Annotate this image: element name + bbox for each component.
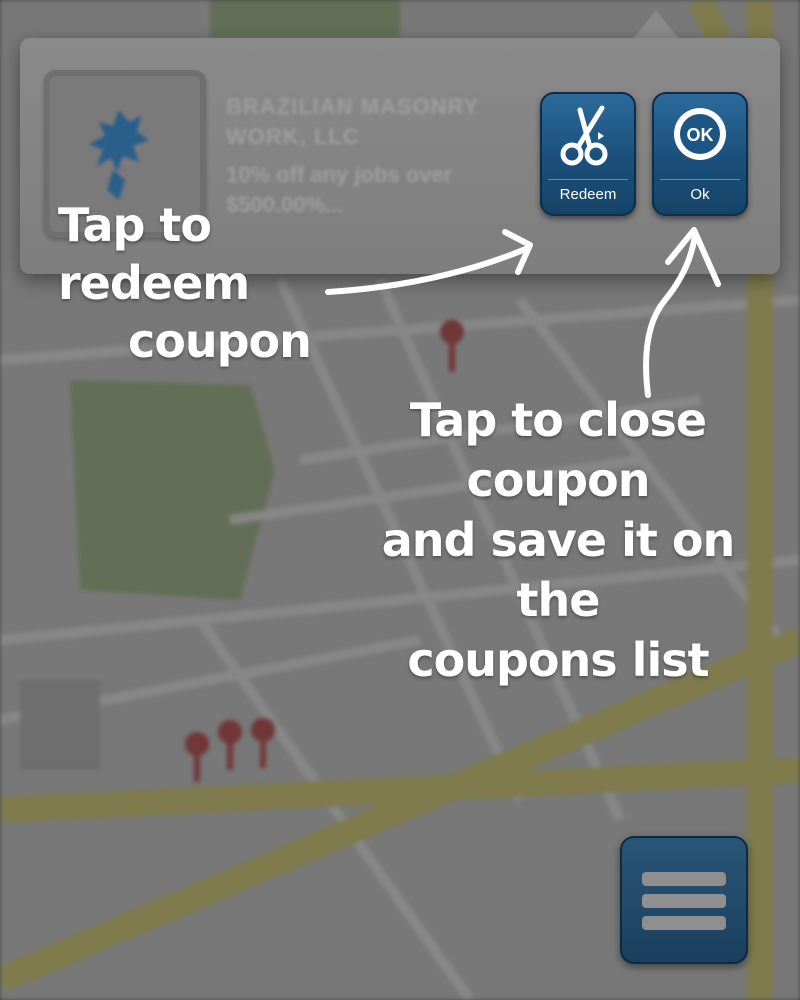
ok-annotation: Tap to close coupon and save it on the c… xyxy=(338,390,778,690)
redeem-annotation-line1: Tap to redeem xyxy=(58,198,250,310)
ok-annotation-line2: and save it on the xyxy=(381,513,735,627)
menu-icon-bar xyxy=(642,894,726,908)
ok-annotation-line1: Tap to close coupon xyxy=(409,393,707,507)
redeem-annotation: Tap to redeem coupon xyxy=(58,196,378,370)
menu-icon-bar xyxy=(642,916,726,930)
ok-annotation-line3: coupons list xyxy=(407,633,709,687)
menu-button[interactable] xyxy=(620,836,748,964)
menu-icon-bar xyxy=(642,872,726,886)
redeem-annotation-line2: coupon xyxy=(128,314,312,368)
